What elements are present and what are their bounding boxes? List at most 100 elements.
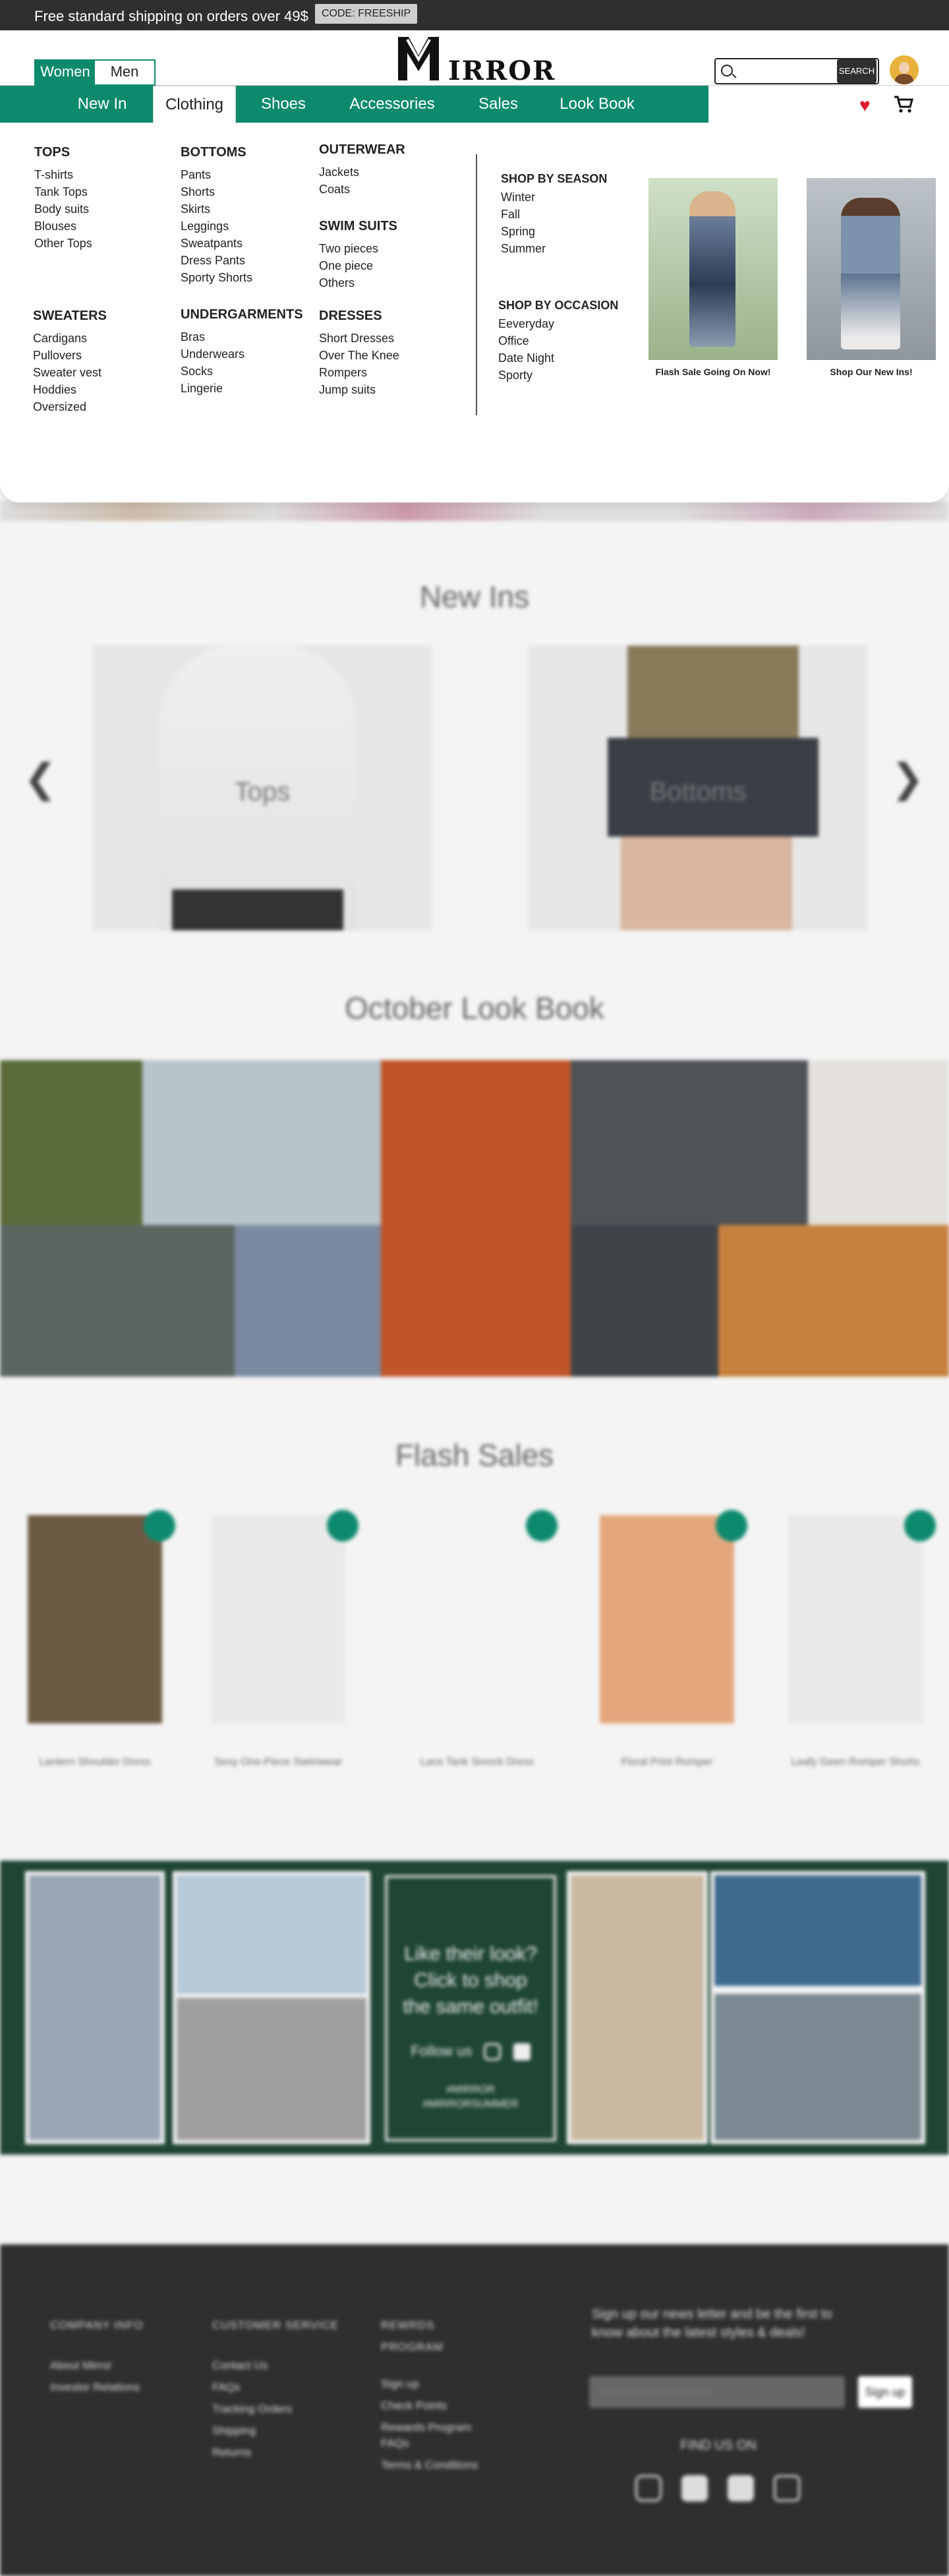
lookbook-photo[interactable] [381, 1060, 571, 1377]
nav-sales[interactable]: Sales [468, 86, 529, 123]
lookbook-photo[interactable] [0, 1225, 235, 1377]
menu-heading-bottoms[interactable]: BOTTOMS [181, 144, 252, 161]
lookbook-photo[interactable] [0, 1060, 142, 1225]
menu-item[interactable]: Fall [501, 206, 607, 223]
menu-heading-swimsuits[interactable]: SWIM SUITS [319, 218, 397, 235]
lookbook-photo[interactable] [571, 1225, 718, 1377]
ugc-photo[interactable] [567, 1871, 708, 2144]
instagram-icon[interactable] [484, 2043, 502, 2061]
menu-item[interactable]: Tank Tops [34, 183, 92, 200]
twitter-icon[interactable] [728, 2475, 754, 2501]
menu-item[interactable]: Jackets [319, 164, 405, 181]
menu-item[interactable]: Shorts [181, 183, 252, 200]
ugc-cta[interactable]: Like their look? Click to shop the same … [385, 1875, 556, 2142]
menu-heading-tops[interactable]: TOPS [34, 144, 92, 161]
carousel-prev-icon[interactable]: ❮ [24, 756, 57, 802]
facebook-icon[interactable] [513, 2043, 531, 2061]
product-card[interactable]: Leafy Geen Romper Shorts [788, 1510, 936, 1768]
footer-link[interactable]: FAQs [212, 2376, 339, 2398]
footer-link[interactable]: Returns [212, 2441, 339, 2463]
men-tab[interactable]: Men [95, 61, 154, 84]
menu-item[interactable]: Date Night [498, 349, 618, 367]
menu-item[interactable]: Over The Knee [319, 347, 399, 364]
footer-link[interactable]: Check Points [381, 2398, 493, 2414]
mirror-logo[interactable]: IRROR [393, 33, 554, 86]
menu-item[interactable]: Summer [501, 240, 607, 257]
menu-item[interactable]: Cardigans [33, 330, 107, 347]
nav-new-in[interactable]: New In [66, 86, 138, 123]
menu-item[interactable]: Socks [181, 363, 303, 380]
product-card[interactable]: Lantern Shoulder Dress [28, 1510, 175, 1768]
menu-item[interactable]: Sporty Shorts [181, 269, 252, 286]
cart-icon[interactable] [894, 95, 913, 113]
footer-link[interactable]: About Mirror [50, 2354, 144, 2376]
menu-item[interactable]: T-shirts [34, 166, 92, 183]
menu-item[interactable]: Skirts [181, 200, 252, 218]
carousel-next-icon[interactable]: ❯ [891, 756, 924, 802]
menu-item[interactable]: Hoddies [33, 381, 107, 398]
menu-item[interactable]: Blouses [34, 218, 92, 235]
menu-heading-outerwear[interactable]: OUTERWEAR [319, 141, 405, 158]
footer-link[interactable]: Tracking Orders [212, 2398, 339, 2420]
nav-look-book[interactable]: Look Book [551, 86, 643, 123]
ugc-photo[interactable] [173, 1871, 370, 2007]
menu-heading-occasion[interactable]: SHOP BY OCCASION [498, 297, 618, 314]
ugc-photo[interactable] [710, 1871, 925, 1990]
menu-item[interactable]: Dress Pants [181, 252, 252, 269]
menu-item[interactable]: Other Tops [34, 235, 92, 252]
heart-icon[interactable]: ♥ [859, 95, 871, 116]
promo-new-ins[interactable]: Shop Our New Ins! [807, 178, 936, 377]
footer-link[interactable]: Shipping [212, 2420, 339, 2441]
menu-item[interactable]: Pants [181, 166, 252, 183]
menu-item[interactable]: Leggings [181, 218, 252, 235]
menu-item[interactable]: Eeveryday [498, 315, 618, 332]
lookbook-photo[interactable] [571, 1060, 808, 1225]
menu-item[interactable]: Jump suits [319, 381, 399, 398]
menu-item[interactable]: Others [319, 274, 397, 291]
menu-item[interactable]: Two pieces [319, 240, 397, 257]
lookbook-photo[interactable] [718, 1225, 949, 1377]
nav-clothing[interactable]: Clothing [153, 86, 236, 124]
menu-item[interactable]: Sweatpants [181, 235, 252, 252]
lookbook-photo[interactable] [808, 1060, 949, 1225]
search-button[interactable]: SEARCH [837, 59, 877, 83]
promo-flash-sale[interactable]: Flash Sale Going On Now! [648, 178, 778, 377]
menu-heading-season[interactable]: SHOP BY SEASON [501, 170, 607, 187]
menu-heading-undergarments[interactable]: UNDERGARMENTS [181, 306, 303, 323]
nav-shoes[interactable]: Shoes [250, 86, 316, 123]
menu-item[interactable]: Sporty [498, 367, 618, 384]
menu-item[interactable]: Bras [181, 328, 303, 345]
menu-item[interactable]: Winter [501, 189, 607, 206]
menu-item[interactable]: Lingerie [181, 380, 303, 397]
menu-heading-dresses[interactable]: DRESSES [319, 307, 399, 324]
footer-link[interactable]: Contact Us [212, 2354, 339, 2376]
category-card-bottoms[interactable]: Bottoms [529, 645, 867, 930]
menu-item[interactable]: Rompers [319, 364, 399, 381]
women-tab[interactable]: Women [36, 61, 95, 84]
category-card-tops[interactable]: Tops [93, 645, 432, 930]
newsletter-email-input[interactable] [589, 2376, 845, 2408]
ugc-photo[interactable] [25, 1871, 165, 2144]
ugc-photo[interactable] [710, 1990, 925, 2144]
menu-item[interactable]: Underwears [181, 345, 303, 363]
menu-item[interactable]: Office [498, 332, 618, 349]
product-card[interactable]: Lace Tank Smock Dress [410, 1510, 558, 1768]
lookbook-photo[interactable] [235, 1225, 381, 1377]
footer-link[interactable]: Terms & Conditions [381, 2457, 493, 2473]
youtube-icon[interactable] [774, 2475, 800, 2501]
menu-item[interactable]: Short Dresses [319, 330, 399, 347]
menu-item[interactable]: Oversized [33, 398, 107, 415]
ugc-photo[interactable] [173, 1994, 370, 2144]
nav-accessories[interactable]: Accessories [343, 86, 442, 123]
menu-item[interactable]: Sweater vest [33, 364, 107, 381]
product-card[interactable]: Sexy One-Piece Swimwear [211, 1510, 359, 1768]
menu-item[interactable]: Body suits [34, 200, 92, 218]
newsletter-signup-button[interactable]: Sign up [858, 2376, 912, 2408]
footer-link[interactable]: Rewards Program FAQs [381, 2420, 493, 2451]
menu-item[interactable]: Coats [319, 181, 405, 198]
search-input[interactable] [735, 62, 832, 80]
footer-link[interactable]: Investor Relations [50, 2376, 144, 2398]
menu-item[interactable]: Spring [501, 223, 607, 240]
lookbook-photo[interactable] [142, 1060, 381, 1225]
avatar[interactable] [890, 55, 919, 84]
